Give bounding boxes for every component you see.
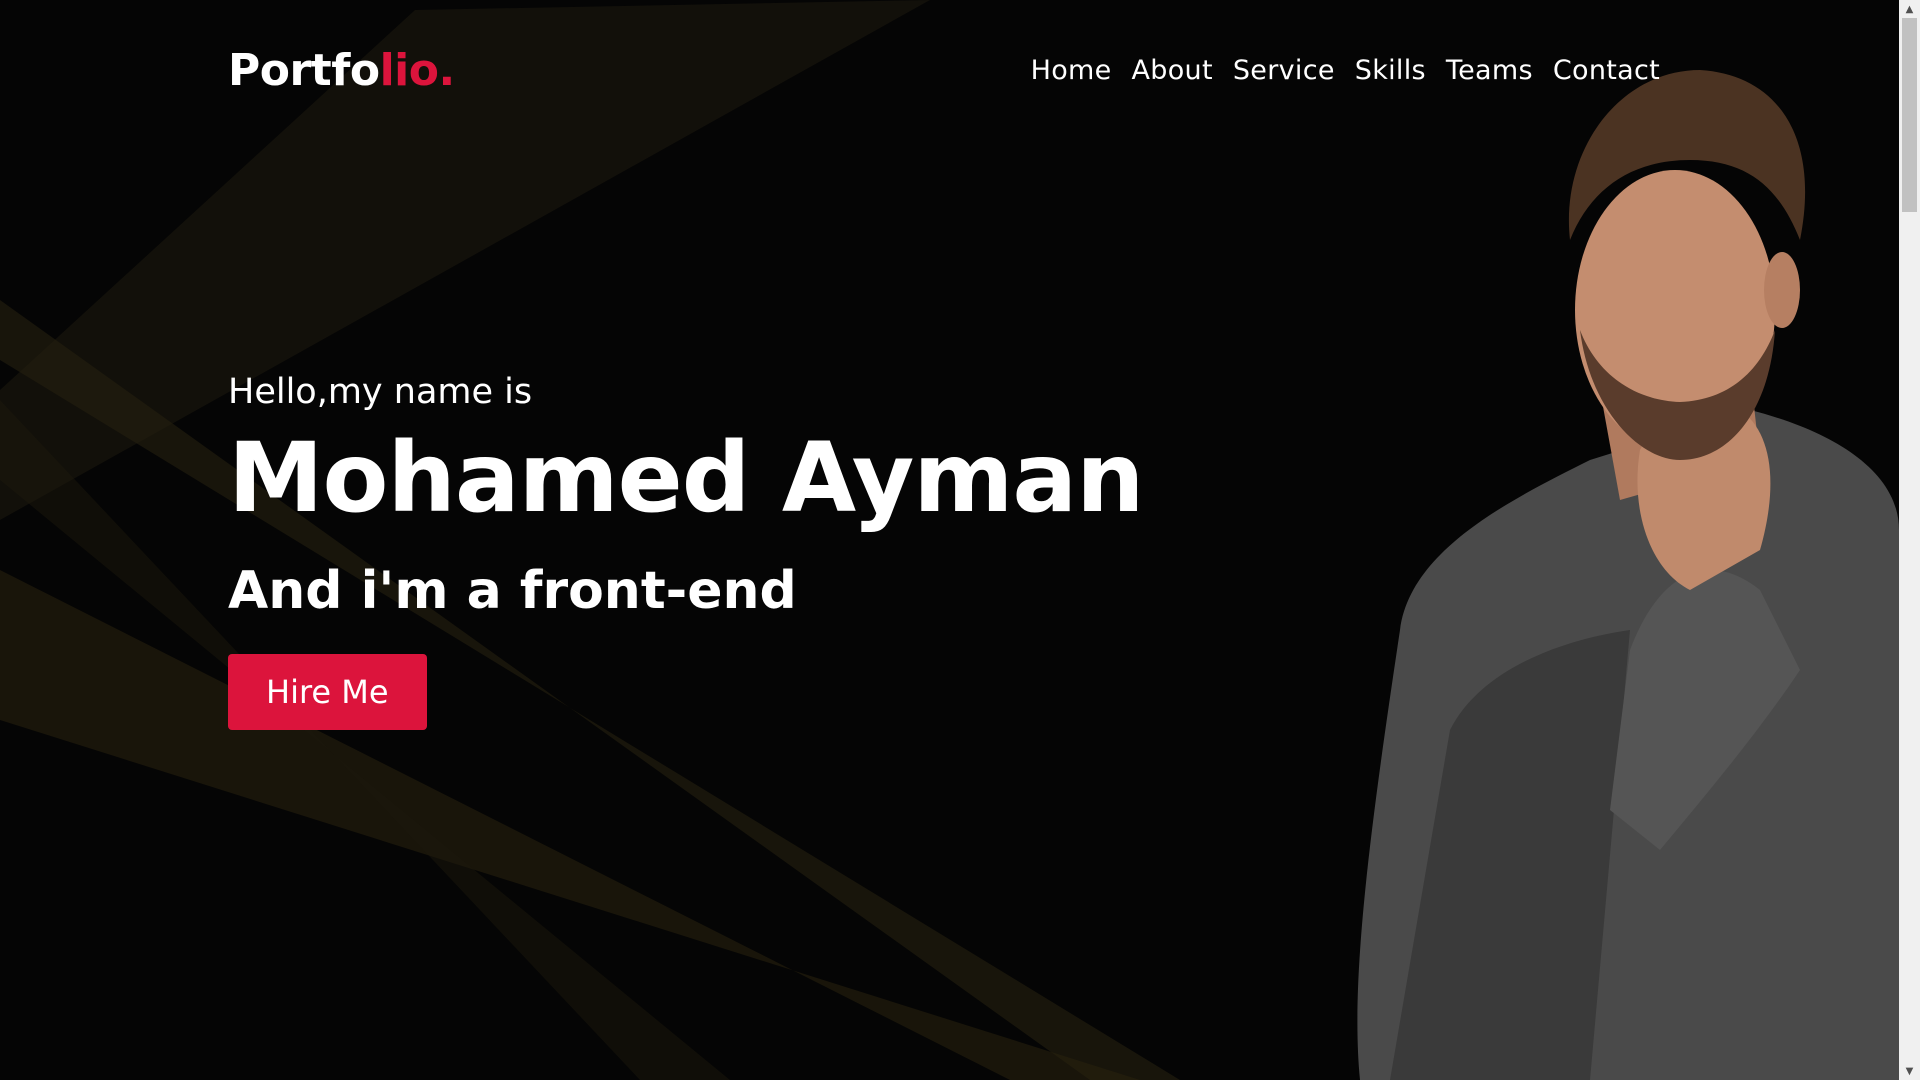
brand-logo[interactable]: Portfolio. [228,45,455,96]
logo-main-text: Portfo [228,44,380,96]
hero-section: Hello,my name is Mohamed Ayman And i'm a… [228,372,1228,730]
scroll-down-arrow-icon[interactable]: ▼ [1899,1062,1920,1080]
profile-photo [1357,70,1899,1080]
main-nav: Home About Service Skills Teams Contact [1031,55,1660,86]
nav-link-skills[interactable]: Skills [1355,55,1426,86]
logo-accent-text: lio. [379,44,456,96]
nav-link-teams[interactable]: Teams [1446,55,1533,86]
hero-greeting: Hello,my name is [228,372,533,412]
top-navbar: Portfolio. Home About Service Skills Tea… [228,38,1660,102]
hire-me-button[interactable]: Hire Me [228,653,427,730]
portfolio-page: Portfolio. Home About Service Skills Tea… [0,0,1920,1080]
hero-role: And i'm a front-end [228,560,797,621]
nav-link-service[interactable]: Service [1233,55,1335,86]
nav-link-about[interactable]: About [1132,55,1213,86]
scrollbar-thumb[interactable] [1902,18,1917,212]
nav-link-contact[interactable]: Contact [1553,55,1660,86]
nav-link-home[interactable]: Home [1031,55,1112,86]
hero-name: Mohamed Ayman [228,422,1145,534]
vertical-scrollbar[interactable]: ▲ ▼ [1899,0,1920,1080]
scroll-up-arrow-icon[interactable]: ▲ [1899,0,1920,18]
